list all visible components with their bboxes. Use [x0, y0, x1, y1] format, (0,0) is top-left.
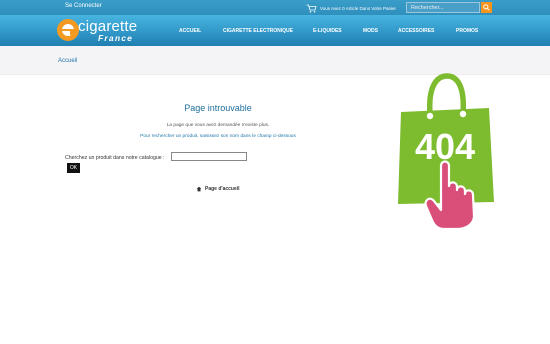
logo-e-icon — [57, 19, 79, 41]
login-link[interactable]: Se Connecter — [65, 3, 102, 9]
search-hint: Pour rechercher un produit, saisissez so… — [140, 134, 296, 139]
search-icon — [483, 4, 490, 11]
home-link[interactable]: Page d'accueil — [196, 185, 240, 193]
breadcrumb-home[interactable]: Accueil — [58, 58, 77, 64]
nav-e-liquides[interactable]: E-LIQUIDES — [313, 28, 342, 34]
cart-icon — [306, 4, 317, 13]
site-logo[interactable]: cigarette France — [57, 18, 147, 45]
nav-accessoires[interactable]: ACCESSOIRES — [398, 28, 434, 34]
nav-cigarette-electronique[interactable]: CIGARETTE ELECTRONIQUE — [223, 28, 293, 34]
search-input[interactable] — [406, 2, 480, 13]
cart-text: Vous Avez 0 Article Dans Votre Panier — [320, 5, 396, 11]
ok-button[interactable]: OK — [67, 163, 80, 173]
logo-subtitle: France — [98, 33, 134, 43]
page-title: Page introuvable — [184, 103, 252, 113]
main-header: cigarette France ACCUEIL CIGARETTE ELECT… — [0, 15, 550, 46]
nav-mods[interactable]: MODS — [363, 28, 378, 34]
catalog-search-input[interactable] — [171, 152, 247, 161]
home-icon — [196, 186, 202, 192]
404-bag-illustration: 404 — [398, 73, 494, 230]
catalog-search-label: Cherchez un produit dans notre catalogue… — [65, 155, 165, 161]
home-link-label: Page d'accueil — [205, 186, 240, 192]
nav-promos[interactable]: PROMOS — [456, 28, 478, 34]
nav-accueil[interactable]: ACCUEIL — [179, 28, 201, 34]
cart-summary[interactable]: Vous Avez 0 Article Dans Votre Panier — [306, 3, 396, 13]
top-bar: Se Connecter Vous Avez 0 Article Dans Vo… — [0, 0, 550, 15]
search-button[interactable] — [481, 2, 492, 13]
error-message: La page que vous avez demandée n'existe … — [166, 123, 270, 128]
